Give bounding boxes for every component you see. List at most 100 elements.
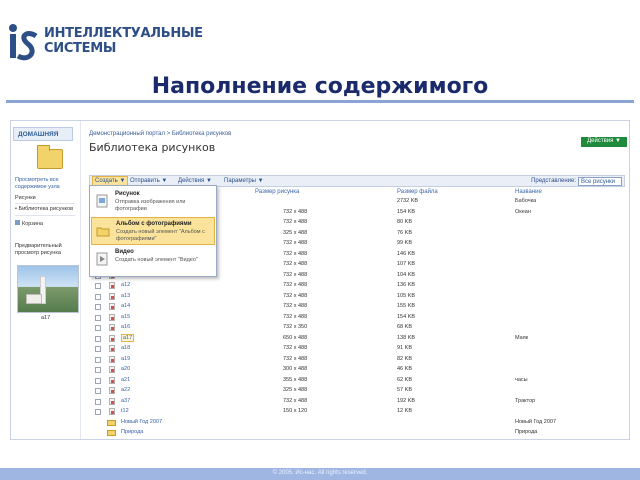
image-file-icon: [109, 334, 115, 342]
table-row[interactable]: a19 732 x 488 82 KB: [85, 355, 629, 366]
file-name-link[interactable]: a22: [121, 387, 130, 393]
column-header-filesize[interactable]: Размер файла: [397, 189, 438, 195]
table-row[interactable]: a12 732 x 488 136 KB: [85, 281, 629, 292]
row-checkbox[interactable]: [95, 356, 101, 363]
file-name-link[interactable]: a13: [121, 293, 130, 299]
view-label: Представление:: [531, 178, 576, 184]
picture-title: Трактор: [515, 397, 536, 404]
site-actions-button[interactable]: Действия ▼: [581, 137, 627, 147]
row-checkbox[interactable]: [95, 388, 101, 394]
file-name-link[interactable]: a17: [121, 333, 135, 342]
actions-menu-button[interactable]: Действия ▼: [178, 178, 212, 184]
picture-file-icon: [96, 194, 108, 208]
row-checkbox[interactable]: [95, 283, 101, 289]
nav-heading-pictures[interactable]: Рисунки: [15, 195, 36, 201]
menu-item-video[interactable]: Видео Создать новый элемент "Видео": [91, 246, 215, 274]
picture-title: Новый Год 2007: [515, 418, 557, 425]
picture-size: 732 x 488: [283, 219, 308, 225]
row-checkbox[interactable]: [95, 325, 101, 331]
file-name-link[interactable]: t12: [121, 408, 129, 414]
table-row[interactable]: a21 355 x 488 62 KB часы: [85, 376, 629, 387]
menu-item-picture[interactable]: Рисунок Отправка изображения или фотогра…: [91, 188, 215, 216]
table-row[interactable]: a22 325 x 488 57 KB: [85, 386, 629, 397]
file-name-link[interactable]: a18: [121, 345, 130, 351]
menu-item-title: Альбом с фотографиями: [116, 221, 192, 227]
folder-icon: [96, 227, 110, 237]
row-checkbox[interactable]: [95, 314, 101, 321]
picture-size: 732 x 488: [283, 261, 308, 267]
main-content: Демонстрационный портал > Библиотека рис…: [85, 121, 629, 439]
view-all-content-link[interactable]: Просмотреть все содержимое узла: [15, 177, 77, 190]
picture-size: 325 x 488: [283, 229, 308, 236]
recycle-bin-icon: [15, 220, 20, 225]
table-row[interactable]: a18 732 x 488 91 KB: [85, 344, 629, 355]
slide-title: Наполнение содержимого: [151, 74, 489, 99]
picture-size: 150 x 120: [283, 408, 308, 414]
nav-item-recycle-bin[interactable]: Корзина: [15, 220, 43, 227]
file-name-link[interactable]: a16: [121, 324, 130, 330]
table-row[interactable]: a17 650 x 488 138 KB Маяк: [85, 333, 629, 345]
file-name-link[interactable]: a37: [121, 398, 130, 404]
picture-size: 325 x 488: [283, 387, 308, 393]
table-row[interactable]: a20 300 x 488 46 KB: [85, 365, 629, 376]
table-row[interactable]: a37 732 x 488 192 KB Трактор: [85, 397, 629, 408]
table-row[interactable]: a13 732 x 488 105 KB: [85, 292, 629, 303]
tab-home[interactable]: ДОМАШНЯЯ: [13, 127, 73, 141]
picture-title: часы: [515, 376, 528, 383]
row-checkbox[interactable]: [95, 409, 101, 415]
picture-title: Океан: [515, 208, 531, 215]
row-checkbox[interactable]: [95, 367, 101, 373]
file-size: 57 KB: [397, 387, 412, 393]
file-size: 91 KB: [397, 345, 412, 351]
table-row[interactable]: a15 732 x 488 154 KB: [85, 313, 629, 324]
settings-menu-button[interactable]: Параметры ▼: [224, 178, 264, 184]
row-checkbox[interactable]: [95, 398, 101, 405]
image-file-icon: [109, 292, 115, 300]
file-name-link[interactable]: Новый Год 2007: [121, 419, 162, 425]
folder-row[interactable]: Новый Год 2007 Новый Год 2007: [85, 418, 629, 429]
picture-size: 732 x 488: [283, 240, 308, 246]
file-name-link[interactable]: a15: [121, 314, 130, 320]
file-name-link[interactable]: a21: [121, 377, 130, 383]
upload-menu-button[interactable]: Отправить ▼: [130, 178, 167, 184]
image-file-icon: [109, 282, 115, 289]
file-name-link[interactable]: a12: [121, 282, 130, 288]
file-size: 155 KB: [397, 303, 416, 309]
image-file-icon: [109, 303, 115, 310]
recycle-bin-label: Корзина: [22, 221, 43, 227]
footer-copyright: © 2005. Ис-нас. All rights reserved.: [272, 470, 368, 476]
file-size: 107 KB: [397, 261, 416, 267]
column-header-size[interactable]: Размер рисунка: [255, 189, 299, 195]
table-row[interactable]: a16 732 x 350 68 KB: [85, 323, 629, 334]
folder-row[interactable]: Природа Природа: [85, 428, 629, 439]
file-size: 2732 KB: [397, 198, 419, 204]
file-size: 82 KB: [397, 355, 412, 362]
breadcrumb[interactable]: Демонстрационный портал > Библиотека рис…: [89, 131, 231, 137]
house-image: [26, 294, 42, 304]
row-checkbox[interactable]: [95, 335, 101, 342]
file-name-link[interactable]: a19: [121, 356, 130, 362]
file-size: 46 KB: [397, 366, 412, 372]
file-name-link[interactable]: a20: [121, 366, 130, 372]
file-name-link[interactable]: Природа: [121, 429, 143, 435]
table-row[interactable]: a14 732 x 488 155 KB: [85, 302, 629, 313]
picture-size: 732 x 350: [283, 324, 308, 330]
picture-size: 732 x 488: [283, 313, 308, 320]
file-name-link[interactable]: a14: [121, 303, 130, 309]
row-checkbox[interactable]: [95, 377, 101, 384]
logo-line1: ИНТЕЛЛЕКТУАЛЬНЫЕ: [44, 26, 203, 41]
view-select[interactable]: Все рисунки: [578, 177, 622, 186]
picture-preview[interactable]: [17, 265, 79, 313]
file-size: 80 KB: [397, 219, 412, 225]
column-header-name[interactable]: Название: [515, 189, 542, 195]
row-checkbox[interactable]: [95, 304, 101, 310]
picture-size: 732 x 488: [283, 292, 308, 299]
image-file-icon: [109, 366, 115, 373]
image-file-icon: [109, 313, 115, 321]
menu-item-photo-album[interactable]: Альбом с фотографиями Создать новый элем…: [91, 217, 215, 245]
logo-line2: СИСТЕМЫ: [44, 41, 117, 56]
row-checkbox[interactable]: [95, 346, 101, 352]
row-checkbox[interactable]: [95, 293, 101, 300]
nav-item-picture-library[interactable]: • Библиотека рисунков: [15, 206, 73, 212]
table-row[interactable]: t12 150 x 120 12 KB: [85, 407, 629, 418]
